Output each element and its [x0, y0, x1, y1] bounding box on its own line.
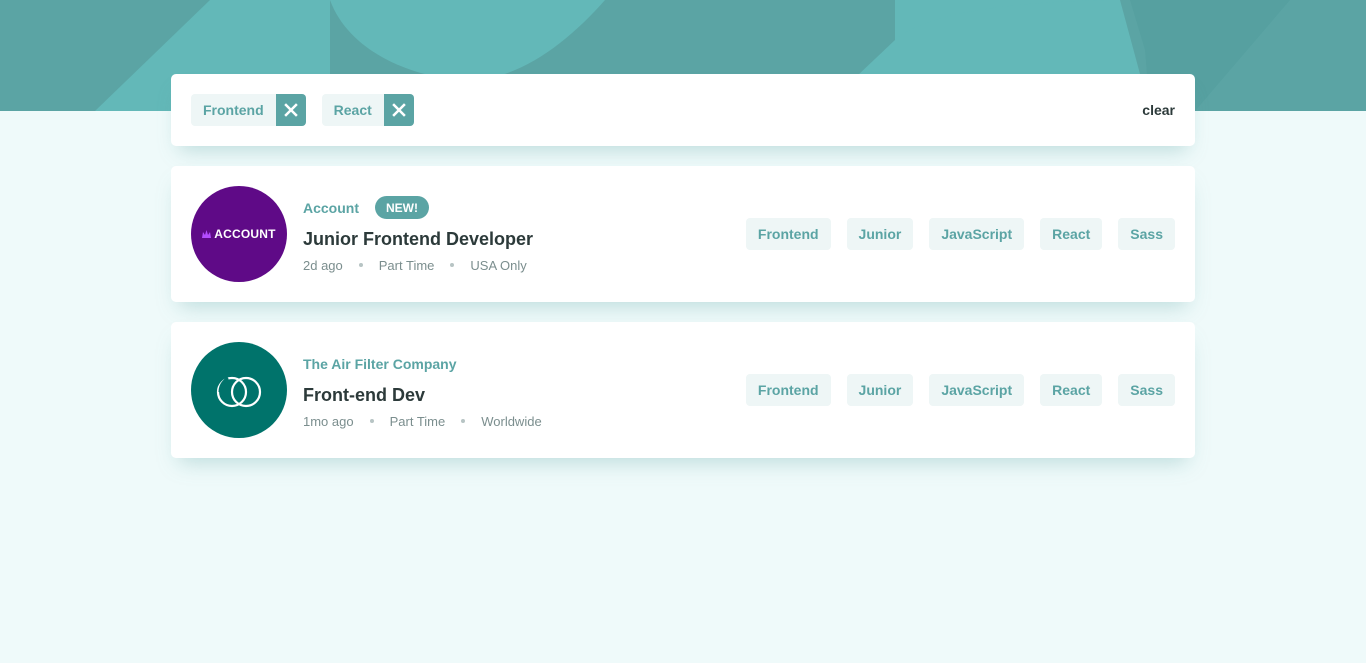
- company-logo-air-filter: [191, 342, 287, 438]
- company-logo-account: ACCOUNT: [191, 186, 287, 282]
- job-card: ACCOUNT Account NEW! Junior Frontend Dev…: [171, 166, 1195, 302]
- company-name: Account: [303, 199, 359, 216]
- separator-dot: [369, 419, 374, 423]
- close-icon: [283, 103, 298, 117]
- job-location: USA Only: [470, 257, 527, 273]
- tag-button[interactable]: Sass: [1118, 218, 1175, 250]
- company-name: The Air Filter Company: [303, 355, 457, 372]
- new-badge: NEW!: [375, 196, 429, 219]
- remove-filter-button[interactable]: [275, 94, 306, 126]
- logo-text: ACCOUNT: [214, 227, 276, 241]
- tag-button[interactable]: React: [1040, 374, 1103, 406]
- separator-dot: [358, 263, 363, 267]
- tag-button[interactable]: Sass: [1118, 374, 1175, 406]
- logo-wordmark: ACCOUNT: [202, 227, 276, 241]
- job-card: The Air Filter Company Front-end Dev 1mo…: [171, 322, 1195, 458]
- job-position-title[interactable]: Front-end Dev: [303, 385, 746, 406]
- close-icon: [392, 103, 406, 117]
- job-info: The Air Filter Company Front-end Dev 1mo…: [303, 352, 746, 429]
- contract-type: Part Time: [389, 413, 446, 429]
- tag-button[interactable]: React: [1040, 218, 1103, 250]
- active-filters: Frontend React: [191, 94, 1142, 126]
- job-meta: 2d ago Part Time USA Only: [303, 258, 746, 273]
- crown-icon: [202, 230, 212, 238]
- interlocking-rings-icon: [216, 376, 262, 408]
- clear-filters-button[interactable]: clear: [1142, 102, 1175, 118]
- job-tags: Frontend Junior JavaScript React Sass: [745, 374, 1175, 406]
- job-position-title[interactable]: Junior Frontend Developer: [303, 229, 746, 250]
- tag-button[interactable]: Junior: [846, 218, 914, 250]
- contract-type: Part Time: [378, 257, 435, 273]
- tag-button[interactable]: Junior: [846, 374, 914, 406]
- filter-chip-react: React: [321, 94, 414, 126]
- job-info: Account NEW! Junior Frontend Developer 2…: [303, 196, 746, 273]
- tag-button[interactable]: Frontend: [745, 218, 831, 250]
- remove-filter-button[interactable]: [383, 94, 414, 126]
- filter-bar: Frontend React clear: [171, 74, 1195, 146]
- separator-dot: [450, 263, 455, 267]
- filter-chip-label: Frontend: [203, 102, 264, 118]
- posted-at: 1mo ago: [303, 413, 354, 429]
- company-row: Account NEW!: [303, 196, 746, 220]
- company-row: The Air Filter Company: [303, 352, 746, 376]
- tag-button[interactable]: Frontend: [745, 374, 831, 406]
- filter-chip-label: React: [333, 102, 372, 118]
- job-meta: 1mo ago Part Time Worldwide: [303, 414, 746, 429]
- posted-at: 2d ago: [303, 257, 343, 273]
- tag-button[interactable]: JavaScript: [929, 218, 1025, 250]
- tag-button[interactable]: JavaScript: [929, 374, 1025, 406]
- separator-dot: [461, 419, 466, 423]
- job-tags: Frontend Junior JavaScript React Sass: [745, 218, 1175, 250]
- filter-chip-frontend: Frontend: [191, 94, 306, 126]
- job-location: Worldwide: [481, 413, 542, 429]
